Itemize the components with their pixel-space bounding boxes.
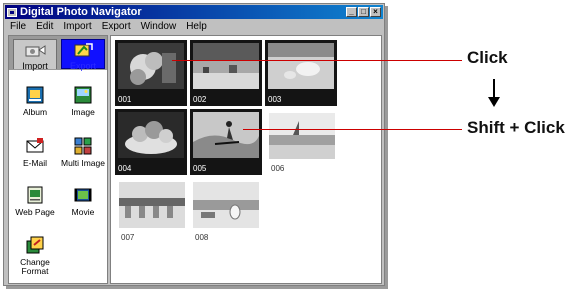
- window-title: Digital Photo Navigator: [20, 6, 142, 18]
- change-format-icon: [26, 236, 44, 254]
- photo-resort: [119, 182, 185, 228]
- tab-import-label: Import: [22, 61, 48, 71]
- tool-album-label: Album: [22, 107, 48, 117]
- thumbnail[interactable]: 002: [190, 40, 262, 106]
- tool-multi-image[interactable]: Multi Image: [59, 137, 107, 168]
- tool-change-format[interactable]: Change Format: [11, 236, 59, 276]
- menu-edit[interactable]: Edit: [31, 21, 58, 32]
- thumbnail[interactable]: 001: [115, 40, 187, 106]
- thumbnail-label: 002: [193, 95, 207, 104]
- export-icon: [74, 43, 93, 57]
- tool-email-label: E-Mail: [22, 158, 48, 168]
- tool-image[interactable]: Image: [59, 86, 107, 117]
- tab-export-label: Export: [69, 61, 96, 71]
- thumbnail-panel: 001 002 003 004 005 006 007 008: [110, 35, 382, 284]
- menu-window[interactable]: Window: [136, 21, 182, 32]
- tool-movie-label: Movie: [71, 207, 95, 217]
- thumbnail-label: 008: [195, 233, 209, 242]
- multi-image-icon: [74, 137, 92, 155]
- title-bar[interactable]: Digital Photo Navigator _ □ ×: [5, 5, 383, 19]
- thumbnail-label: 003: [268, 95, 282, 104]
- close-button[interactable]: ×: [370, 7, 381, 17]
- tool-album[interactable]: Album: [11, 86, 59, 117]
- menu-help[interactable]: Help: [181, 21, 212, 32]
- thumbnail[interactable]: 008: [193, 182, 265, 248]
- thumbnail-label: 005: [193, 164, 207, 173]
- photo-shells: [268, 43, 334, 89]
- tab-import[interactable]: Import: [13, 39, 57, 71]
- tool-web-page[interactable]: Web Page: [11, 186, 59, 217]
- app-window: Digital Photo Navigator _ □ × File Edit …: [3, 3, 385, 286]
- click-callout-label: Click: [467, 48, 508, 67]
- menu-bar: File Edit Import Export Window Help: [5, 20, 383, 33]
- photo-pool: [193, 182, 259, 228]
- photo-beach: [193, 43, 259, 89]
- thumbnail-label: 001: [118, 95, 132, 104]
- click-callout-line: [172, 60, 462, 61]
- app-icon[interactable]: [7, 7, 17, 17]
- thumbnail[interactable]: 003: [265, 40, 337, 106]
- photo-fruit: [118, 112, 184, 158]
- thumbnail[interactable]: 005: [190, 109, 262, 175]
- thumbnail-label: 007: [121, 233, 135, 242]
- camera-import-icon: [25, 45, 46, 57]
- thumbnail[interactable]: 006: [269, 113, 341, 179]
- email-icon: [26, 138, 44, 153]
- photo-sailboat: [269, 113, 335, 159]
- tool-email[interactable]: E-Mail: [11, 137, 59, 168]
- thumbnail-label: 006: [271, 164, 285, 173]
- tab-export[interactable]: Export: [61, 39, 105, 71]
- tool-sidebar: Import Export Album Image E-Mail Multi I…: [8, 35, 108, 284]
- menu-import[interactable]: Import: [58, 21, 96, 32]
- thumbnail[interactable]: 004: [115, 109, 187, 175]
- tool-movie[interactable]: Movie: [59, 186, 107, 217]
- photo-surfer: [193, 112, 259, 158]
- arrow-down-line: [493, 79, 495, 99]
- arrow-down-icon: [488, 97, 500, 107]
- minimize-button[interactable]: _: [346, 7, 357, 17]
- window-shadow: [385, 6, 388, 289]
- thumbnail-label: 004: [118, 164, 132, 173]
- tool-web-page-label: Web Page: [15, 207, 55, 217]
- photo-flowers: [118, 43, 184, 89]
- shift-click-callout-label: Shift + Click: [467, 118, 565, 137]
- album-icon: [26, 86, 44, 104]
- shift-click-callout-line: [243, 129, 462, 130]
- thumbnail[interactable]: 007: [119, 182, 191, 248]
- tool-change-format-label: Change Format: [20, 257, 50, 276]
- menu-export[interactable]: Export: [97, 21, 136, 32]
- image-icon: [74, 86, 92, 104]
- maximize-button[interactable]: □: [358, 7, 369, 17]
- menu-file[interactable]: File: [5, 21, 31, 32]
- web-page-icon: [27, 186, 43, 204]
- tool-image-label: Image: [71, 107, 95, 117]
- movie-icon: [74, 188, 92, 202]
- tool-multi-image-label: Multi Image: [61, 158, 105, 168]
- window-controls: _ □ ×: [346, 7, 381, 17]
